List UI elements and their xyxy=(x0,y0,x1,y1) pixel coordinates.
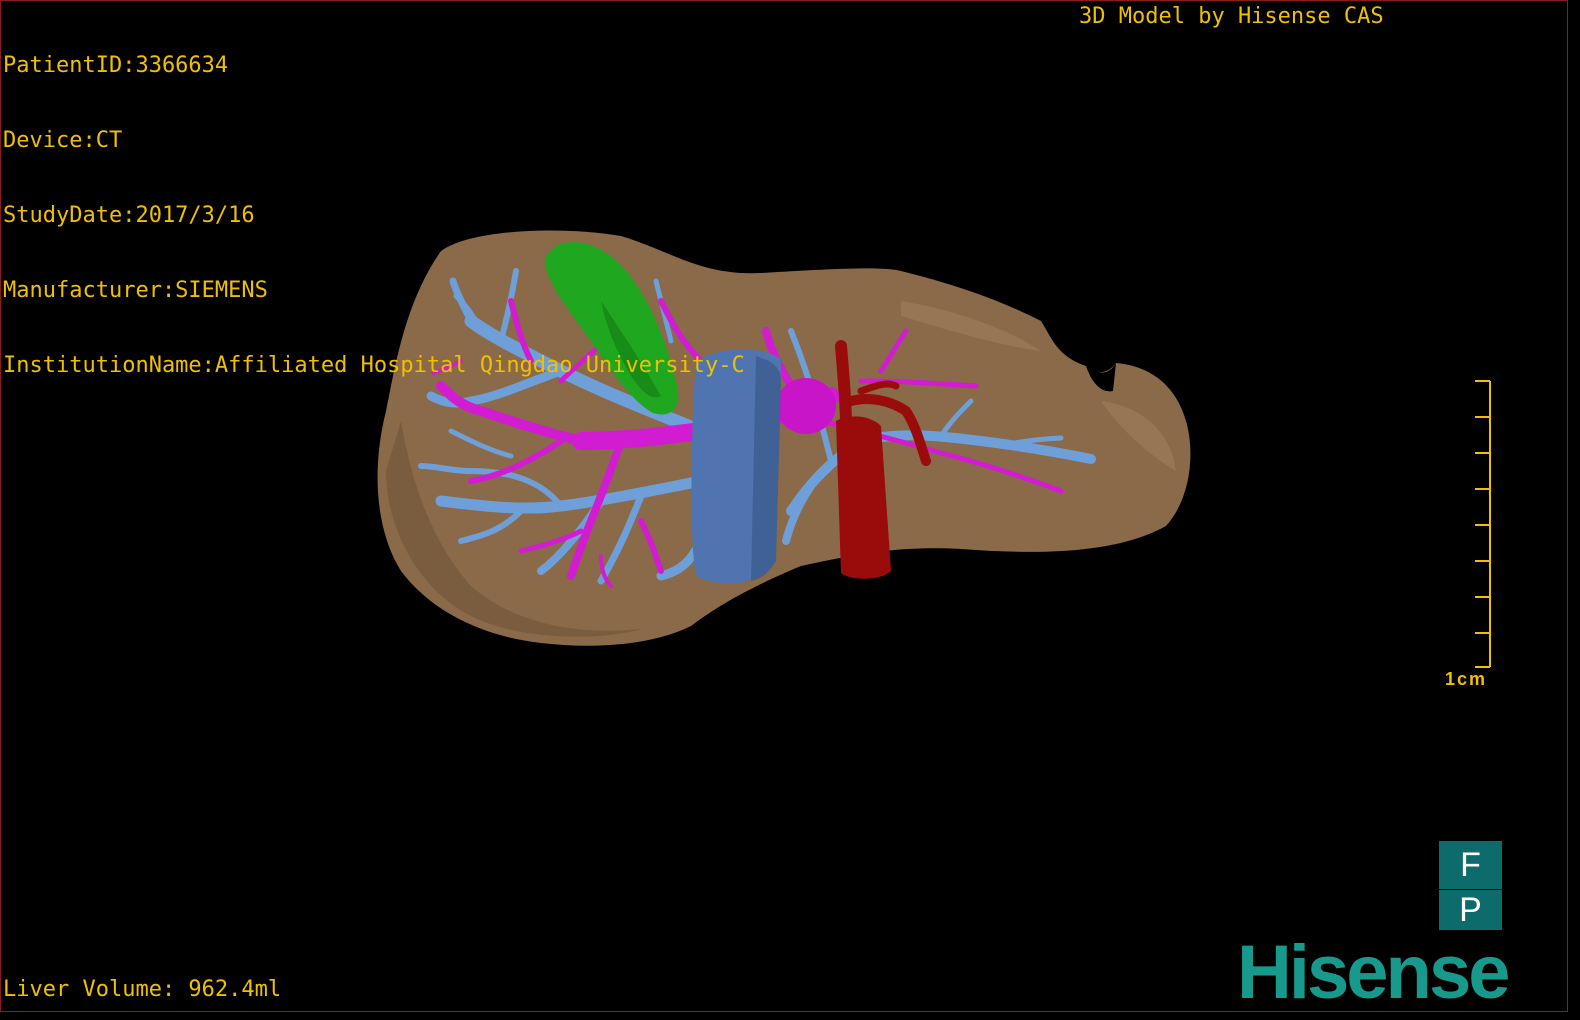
institution-name: InstitutionName:Affiliated Hospital Qing… xyxy=(3,353,745,378)
liver-volume: Liver Volume: 962.4ml xyxy=(3,977,282,1002)
scale-bar xyxy=(1475,380,1491,668)
viewer-frame[interactable]: PatientID:3366634 Device:CT StudyDate:20… xyxy=(0,0,1568,1012)
hisense-logo: Hisense xyxy=(1237,930,1510,1012)
orientation-cube-front[interactable]: F xyxy=(1439,841,1502,889)
scale-label: 1cm xyxy=(1445,669,1488,689)
portal-trunk xyxy=(776,378,836,434)
patient-info-panel: PatientID:3366634 Device:CT StudyDate:20… xyxy=(3,3,745,428)
study-date: StudyDate:2017/3/16 xyxy=(3,203,255,228)
patient-id: PatientID:3366634 xyxy=(3,53,229,78)
device: Device:CT xyxy=(3,128,123,153)
model-title: 3D Model by Hisense CAS xyxy=(1079,4,1384,29)
scale-ticks xyxy=(1475,380,1490,668)
manufacturer: Manufacturer:SIEMENS xyxy=(3,278,268,303)
orientation-cube-posterior[interactable]: P xyxy=(1439,890,1502,930)
